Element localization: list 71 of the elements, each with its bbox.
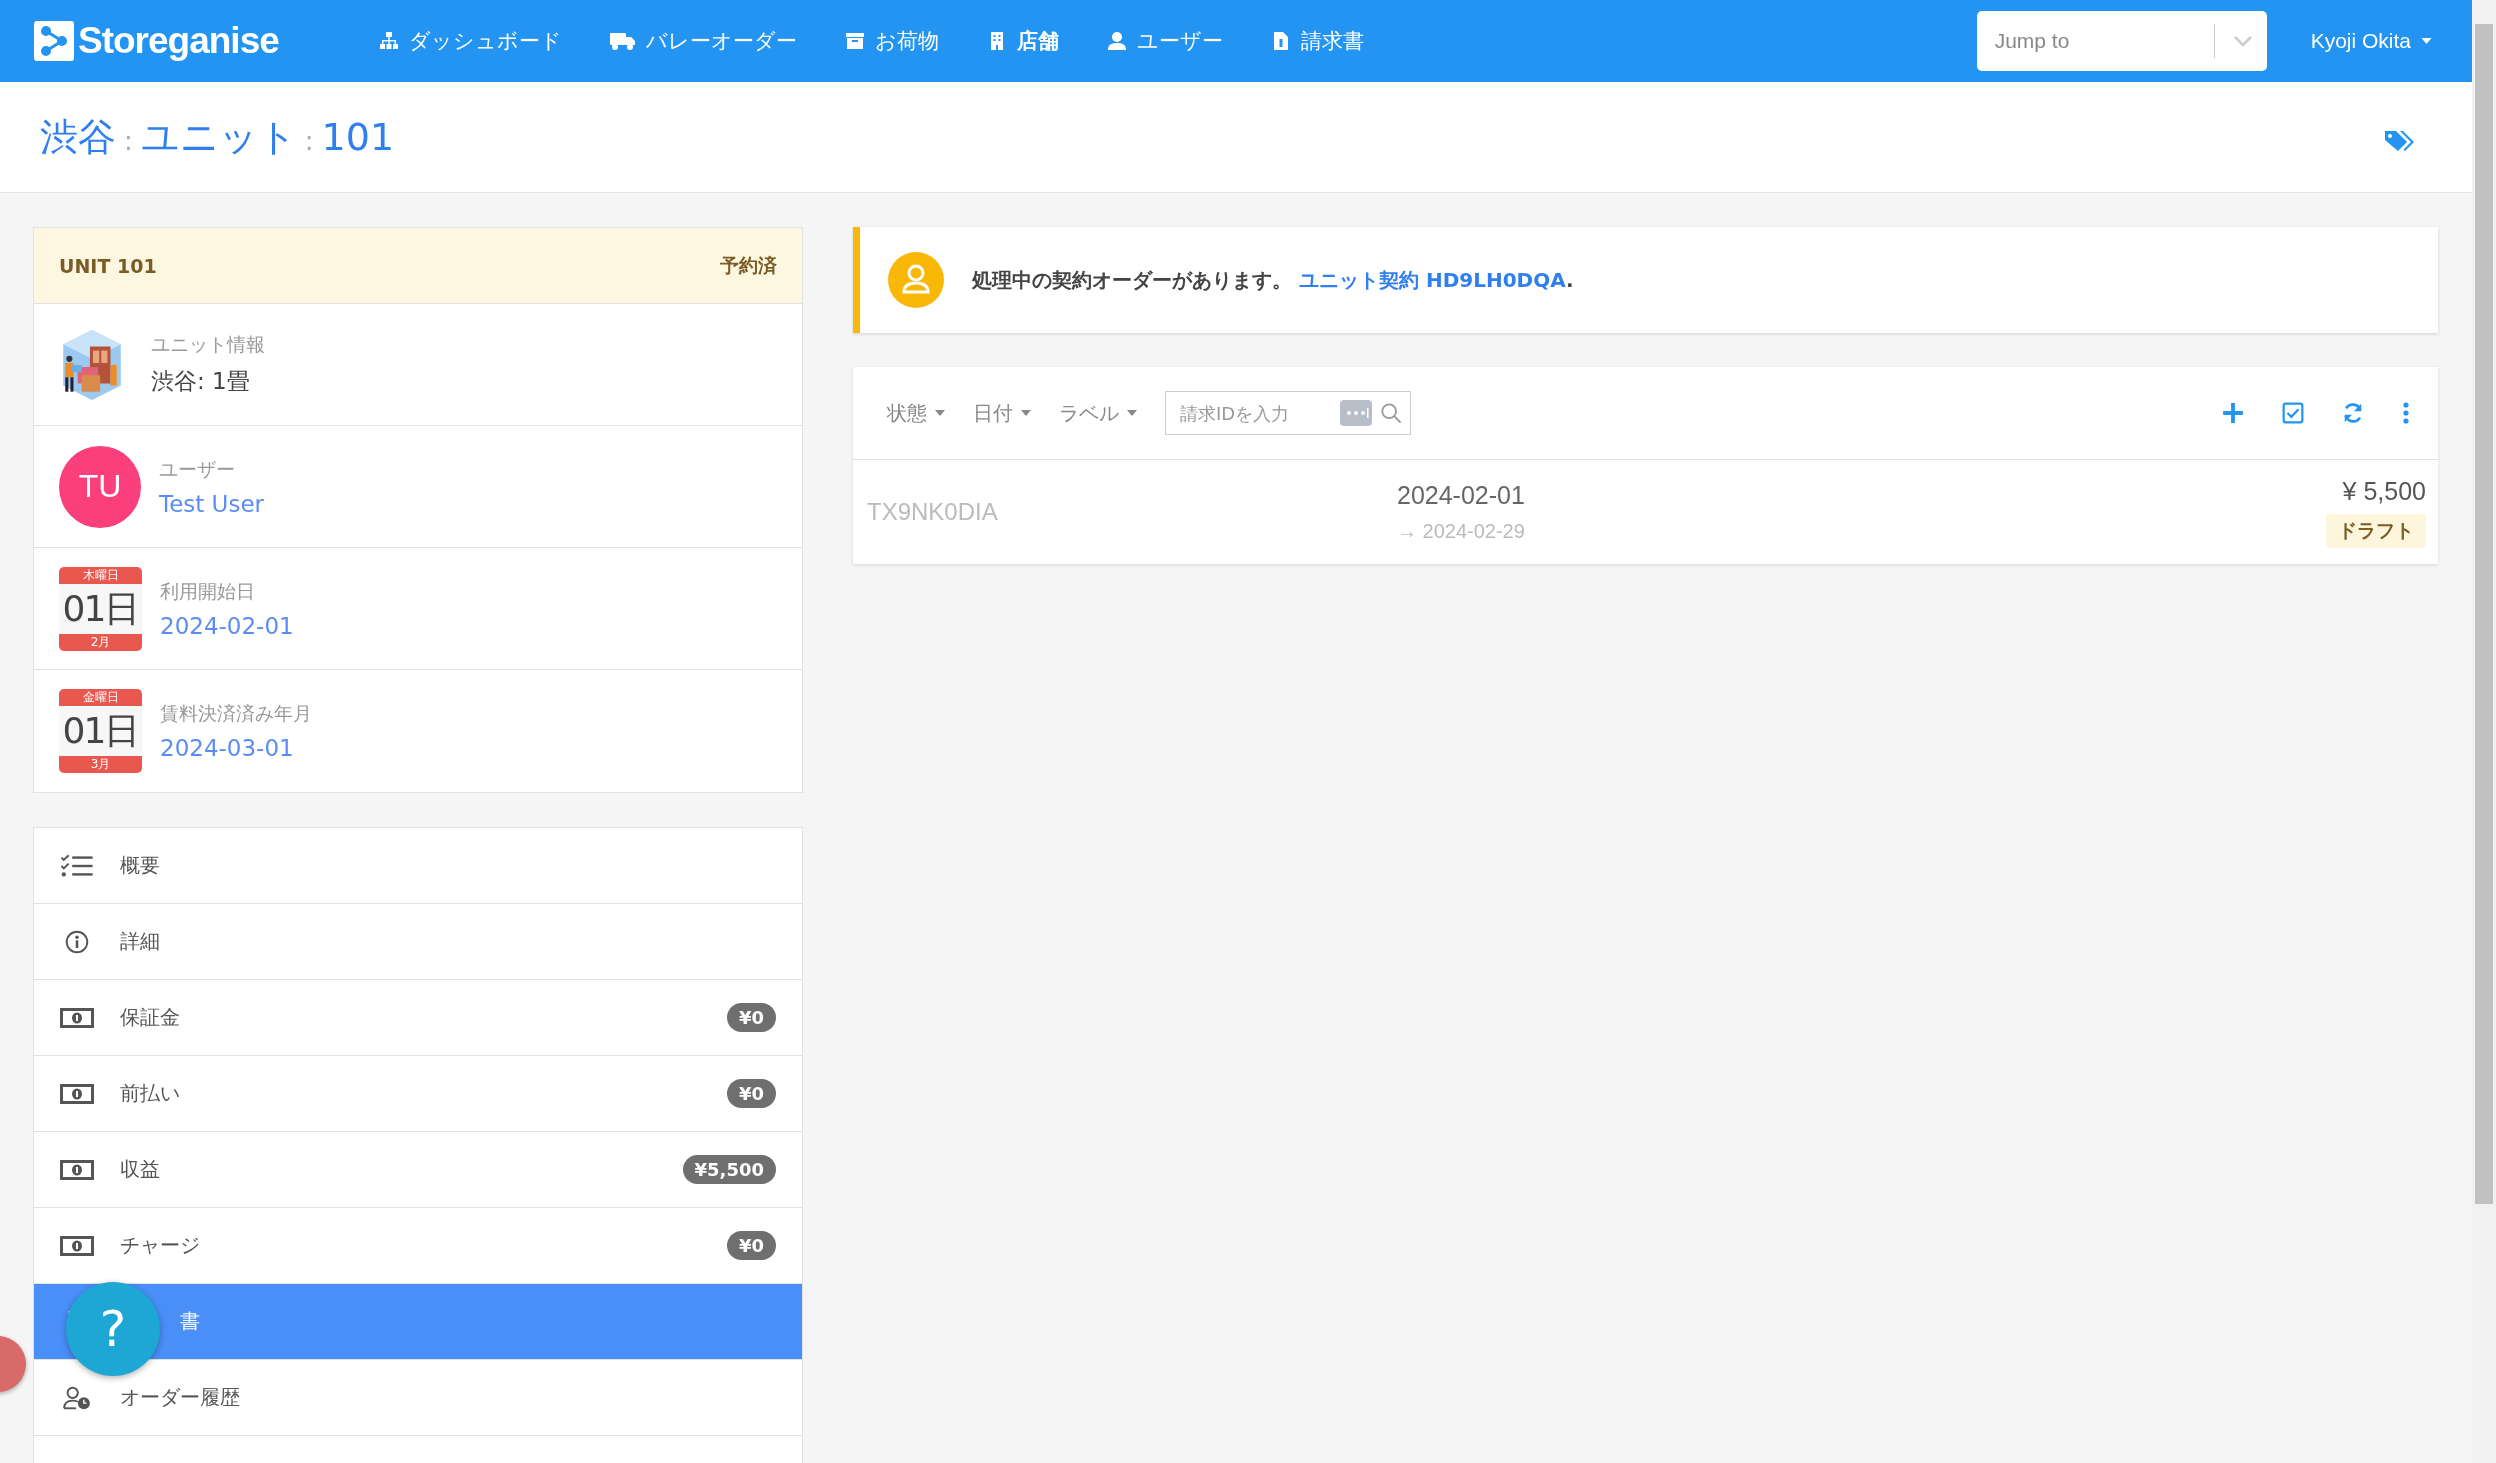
caret-icon (1127, 410, 1137, 416)
more-icon[interactable] (1340, 400, 1372, 426)
field-label: 利用開始日 (160, 578, 256, 604)
tags-icon[interactable] (2384, 129, 2414, 153)
add-icon[interactable] (2222, 402, 2244, 424)
unit-status: 予約済 (720, 252, 777, 278)
brand-name[interactable]: Storeganise (78, 20, 279, 62)
nav-link[interactable]: バレーオーダー (609, 27, 797, 55)
calendar-icon: 金曜日 01日 3月 (59, 689, 142, 773)
field-link[interactable]: 2024-02-01 (160, 612, 294, 639)
invoice-amount: ¥ 5,500 (2342, 476, 2426, 506)
menu-item[interactable]: 収益 ¥5,500 (34, 1132, 802, 1208)
filter-dropdown[interactable]: 日付 (973, 399, 1031, 427)
filter-dropdown[interactable]: ラベル (1059, 399, 1137, 427)
logo-icon (34, 21, 74, 61)
contract-link[interactable]: ユニット契約 HD9LH0DQA (1298, 267, 1567, 292)
field-label: ユニット情報 (151, 332, 265, 357)
unit-title: UNIT 101 (59, 254, 157, 277)
scrollbar[interactable] (2472, 0, 2496, 1463)
nav-link[interactable]: 店舗 (986, 27, 1059, 55)
banknote-icon (60, 1157, 94, 1182)
menu-item[interactable]: 概要 (34, 828, 802, 904)
status-badge: ドラフト (2326, 513, 2426, 548)
field-link[interactable]: Test User (159, 490, 265, 517)
amount-badge: ¥5,500 (682, 1155, 776, 1184)
checklist-icon (60, 853, 94, 878)
amount-badge: ¥0 (726, 1003, 776, 1032)
field-label: ユーザー (159, 456, 236, 482)
search-icon[interactable] (1380, 402, 1402, 424)
menu-item[interactable]: 詳細 (34, 904, 802, 980)
nav-link[interactable]: お荷物 (844, 27, 939, 55)
breadcrumb-link[interactable]: 渋谷 (40, 111, 116, 163)
invoice-start-date: 2024-02-01 (1397, 481, 1526, 510)
jump-to-select[interactable]: Jump to (1976, 11, 2267, 71)
invoice-id[interactable]: TX9NK0DIA (867, 498, 1397, 526)
caret-icon (2421, 38, 2432, 44)
search-field[interactable]: 請求IDを入力 (1165, 391, 1411, 435)
chevron-down-icon (2232, 35, 2253, 47)
field-link[interactable]: 2024-03-01 (160, 735, 312, 761)
truck-icon (609, 31, 636, 51)
caret-icon (1021, 410, 1031, 416)
user-avatar: TU (59, 445, 141, 528)
user-icon (888, 252, 944, 308)
amount-badge: ¥0 (726, 1231, 776, 1260)
banknote-icon (60, 1005, 94, 1030)
refresh-icon[interactable] (2342, 402, 2364, 424)
caret-icon (935, 410, 945, 416)
user-menu[interactable]: Kyoji Okita (2310, 29, 2432, 53)
box-icon (844, 31, 865, 51)
field-value: 渋谷: 1畳 (151, 367, 251, 396)
banknote-icon (60, 1233, 94, 1258)
checkbox-icon[interactable] (2282, 402, 2304, 424)
more-options-icon[interactable] (2402, 402, 2410, 424)
banknote-icon (60, 1081, 94, 1106)
user-icon (1106, 31, 1127, 51)
nav-link[interactable]: ユーザー (1106, 27, 1223, 55)
breadcrumb-link[interactable]: ユニット (140, 111, 297, 163)
invoice-end-date: → 2024-02-29 (1397, 520, 1526, 543)
menu-item[interactable]: 前払い ¥0 (34, 1056, 802, 1132)
filter-dropdown[interactable]: 状態 (887, 399, 945, 427)
sitemap-icon (378, 31, 399, 51)
nav-link[interactable]: ダッシュボード (378, 27, 562, 55)
alert-message: 処理中の契約オーダーがあります。 ユニット契約 HD9LH0DQA. (972, 266, 1574, 294)
breadcrumb-separator: : (304, 125, 314, 156)
nav-link[interactable]: 請求書 (1270, 27, 1364, 55)
breadcrumb-link[interactable]: 101 (321, 114, 395, 159)
menu-item[interactable]: 保証金 ¥0 (34, 980, 802, 1056)
amount-badge: ¥0 (726, 1079, 776, 1108)
breadcrumb-separator: : (124, 125, 133, 156)
calendar-icon: 木曜日 01日 2月 (59, 566, 142, 651)
field-label: 賃料決済済み年月 (160, 701, 312, 726)
